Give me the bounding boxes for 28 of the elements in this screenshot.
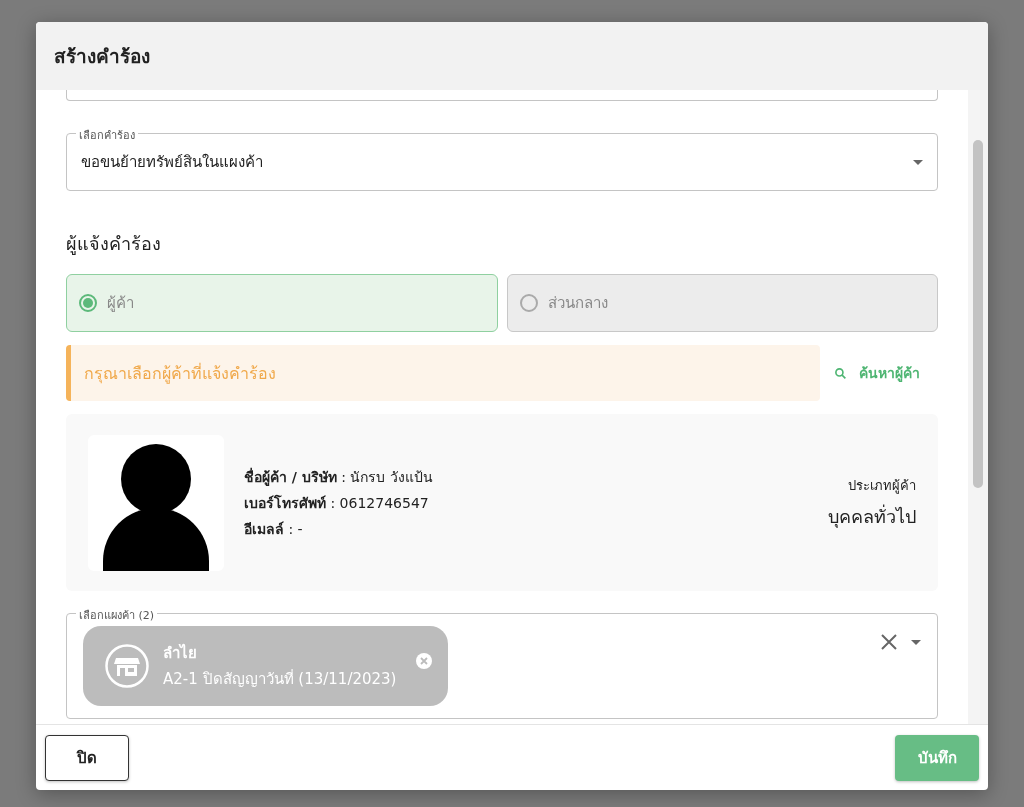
stall-name: ลำไย [163, 642, 198, 664]
dropdown-caret-icon[interactable] [913, 159, 923, 165]
radio-icon [519, 294, 538, 312]
select-value: ขอขนย้ายทรัพย์สินในแผงค้า [81, 152, 263, 173]
stall-detail: A2-1 ปิดสัญญาวันที่ (13/11/2023) [163, 668, 397, 690]
shop-icon [105, 644, 149, 688]
field-label: เลือกแผงค้า (2) [76, 606, 158, 624]
clear-icon[interactable] [881, 634, 897, 650]
vendor-detail: เบอร์โทรศัพท์ : 0612746547 [244, 493, 430, 513]
search-icon [834, 366, 847, 380]
vendor-detail: ชื่อผู้ค้า / บริษัท : นักรบ วังแป้น [244, 466, 434, 488]
dropdown-caret-icon[interactable] [911, 639, 921, 645]
scrollbar[interactable] [968, 90, 988, 724]
search-link[interactable]: ค้นหาผู้ค้า [834, 362, 938, 384]
section-heading: ผู้แจ้งคำร้อง [66, 232, 162, 257]
dialog-title: สร้างคำร้อง [54, 44, 150, 69]
close-button[interactable]: ปิด [45, 734, 129, 781]
stall-chip[interactable]: ลำไย A2-1 ปิดสัญญาวันที่ (13/11/2023) [83, 626, 449, 706]
vendor-type: บุคคลทั่วไป [828, 503, 916, 530]
radio-option[interactable]: ผู้ค้า [66, 274, 498, 332]
person-icon [103, 442, 209, 571]
save-button[interactable]: บันทึก [895, 734, 979, 781]
warning-message: กรุณาเลือกผู้ค้าที่แจ้งคำร้อง [66, 345, 820, 401]
vendor-detail: อีเมลล์ : - [244, 519, 304, 539]
vendor-type-label: ประเภทผู้ค้า [848, 476, 916, 496]
radio-option[interactable]: ส่วนกลาง [506, 274, 938, 332]
radio-icon [79, 294, 97, 312]
text-field[interactable] [66, 90, 938, 101]
